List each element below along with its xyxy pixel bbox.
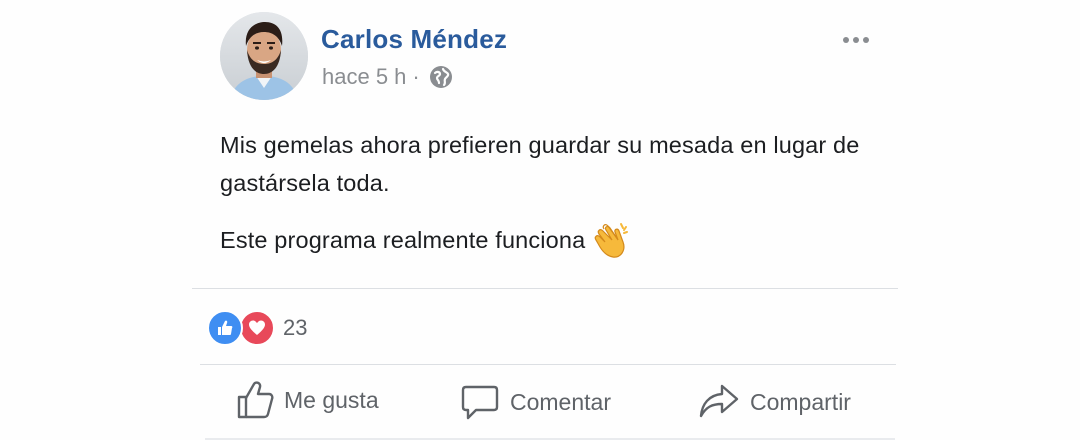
action-bar: Me gusta Comentar Compartir — [0, 380, 1080, 426]
avatar-photo — [220, 12, 308, 100]
like-reaction-icon — [207, 310, 243, 346]
globe-icon[interactable] — [428, 64, 454, 90]
comment-bubble-icon — [461, 385, 499, 420]
divider — [192, 288, 898, 289]
share-arrow-icon — [699, 384, 739, 418]
thumbs-up-icon — [237, 381, 274, 419]
post-time[interactable]: hace 5 h — [322, 64, 406, 90]
share-label: Compartir — [750, 388, 851, 415]
divider — [200, 364, 896, 365]
post-text-line-2: Este programa realmente funciona — [220, 227, 586, 253]
post-card: Carlos Méndez hace 5 h · Mis gemelas aho… — [0, 0, 1080, 440]
love-reaction-icon — [239, 310, 275, 346]
like-button[interactable]: Me gusta — [236, 380, 379, 420]
more-horizontal-icon — [843, 37, 849, 43]
like-label: Me gusta — [284, 386, 379, 413]
post-text-paragraph-2: Este programa realmente funciona — [220, 220, 633, 260]
share-button[interactable]: Compartir — [698, 382, 851, 422]
post-text-paragraph-1: Mis gemelas ahora prefieren guardar su m… — [220, 132, 860, 196]
comment-label: Comentar — [510, 388, 611, 415]
comment-button[interactable]: Comentar — [460, 382, 611, 422]
author-name[interactable]: Carlos Méndez — [321, 24, 507, 55]
post-meta: hace 5 h · — [322, 64, 454, 90]
reactions-summary[interactable]: 23 — [207, 310, 307, 346]
reaction-count: 23 — [283, 315, 308, 340]
more-options-button[interactable] — [836, 28, 876, 52]
author-avatar[interactable] — [220, 12, 308, 100]
meta-separator: · — [412, 64, 420, 89]
clapping-hands-emoji — [593, 220, 633, 260]
